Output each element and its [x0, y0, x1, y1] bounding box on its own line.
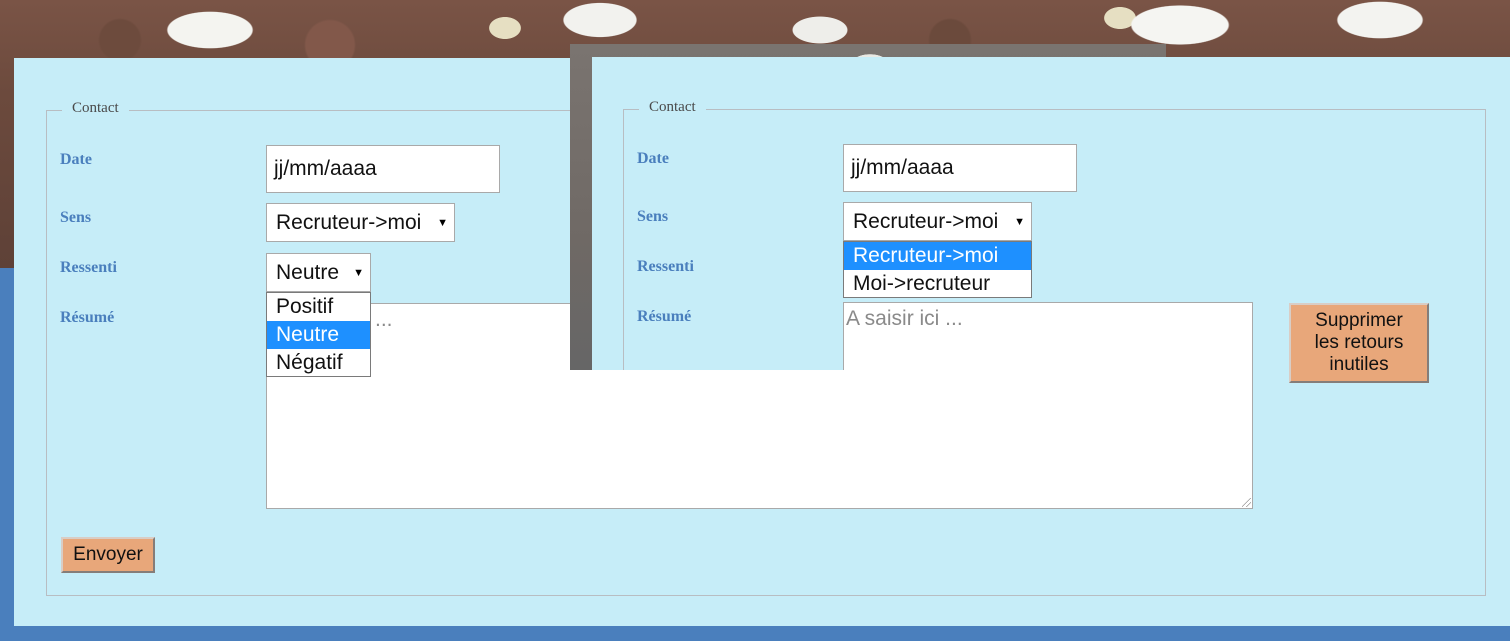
- ressenti-option-positif[interactable]: Positif: [267, 293, 370, 321]
- sens-select-right[interactable]: Recruteur->moi ▼: [843, 202, 1032, 241]
- dropdown-arrow-icon: ▼: [437, 216, 448, 229]
- label-ressenti-right: Ressenti: [637, 258, 694, 275]
- label-ressenti-left: Ressenti: [60, 259, 117, 276]
- ressenti-select-left-value: Neutre: [276, 260, 340, 284]
- fieldset-legend-right: Contact: [639, 99, 706, 116]
- label-date-left: Date: [60, 151, 92, 168]
- label-sens-right: Sens: [637, 208, 669, 225]
- resize-handle-icon[interactable]: [1242, 498, 1251, 507]
- dropdown-arrow-icon: ▼: [353, 266, 364, 279]
- label-resume-right: Résumé: [637, 308, 692, 325]
- sens-option-moi-recruteur[interactable]: Moi->recruteur: [844, 270, 1031, 298]
- fieldset-legend-left: Contact: [62, 100, 129, 117]
- date-input-left[interactable]: jj/mm/aaaa: [266, 145, 500, 193]
- dropdown-arrow-icon: ▼: [1014, 215, 1025, 228]
- delete-useless-button[interactable]: Supprimer les retours inutiles: [1289, 303, 1429, 383]
- ressenti-option-negatif[interactable]: Négatif: [267, 349, 370, 377]
- ressenti-option-neutre[interactable]: Neutre: [267, 321, 370, 349]
- date-input-right[interactable]: jj/mm/aaaa: [843, 144, 1077, 192]
- sens-select-left-value: Recruteur->moi: [276, 210, 422, 234]
- sens-dropdown-list: Recruteur->moi Moi->recruteur: [843, 241, 1032, 298]
- label-resume-left: Résumé: [60, 309, 115, 326]
- resume-textarea-right[interactable]: A saisir ici ...: [843, 302, 1253, 370]
- submit-button[interactable]: Envoyer: [61, 537, 155, 573]
- resume-placeholder-right: A saisir ici ...: [846, 307, 963, 330]
- ressenti-select-left[interactable]: Neutre ▼: [266, 253, 371, 292]
- sens-select-left[interactable]: Recruteur->moi ▼: [266, 203, 455, 242]
- sens-option-recruteur-moi[interactable]: Recruteur->moi: [844, 242, 1031, 270]
- resume-placeholder-left: ...: [375, 308, 393, 331]
- label-date-right: Date: [637, 150, 669, 167]
- ressenti-dropdown-list: Positif Neutre Négatif: [266, 292, 371, 377]
- sens-select-right-value: Recruteur->moi: [853, 209, 999, 233]
- label-sens-left: Sens: [60, 209, 92, 226]
